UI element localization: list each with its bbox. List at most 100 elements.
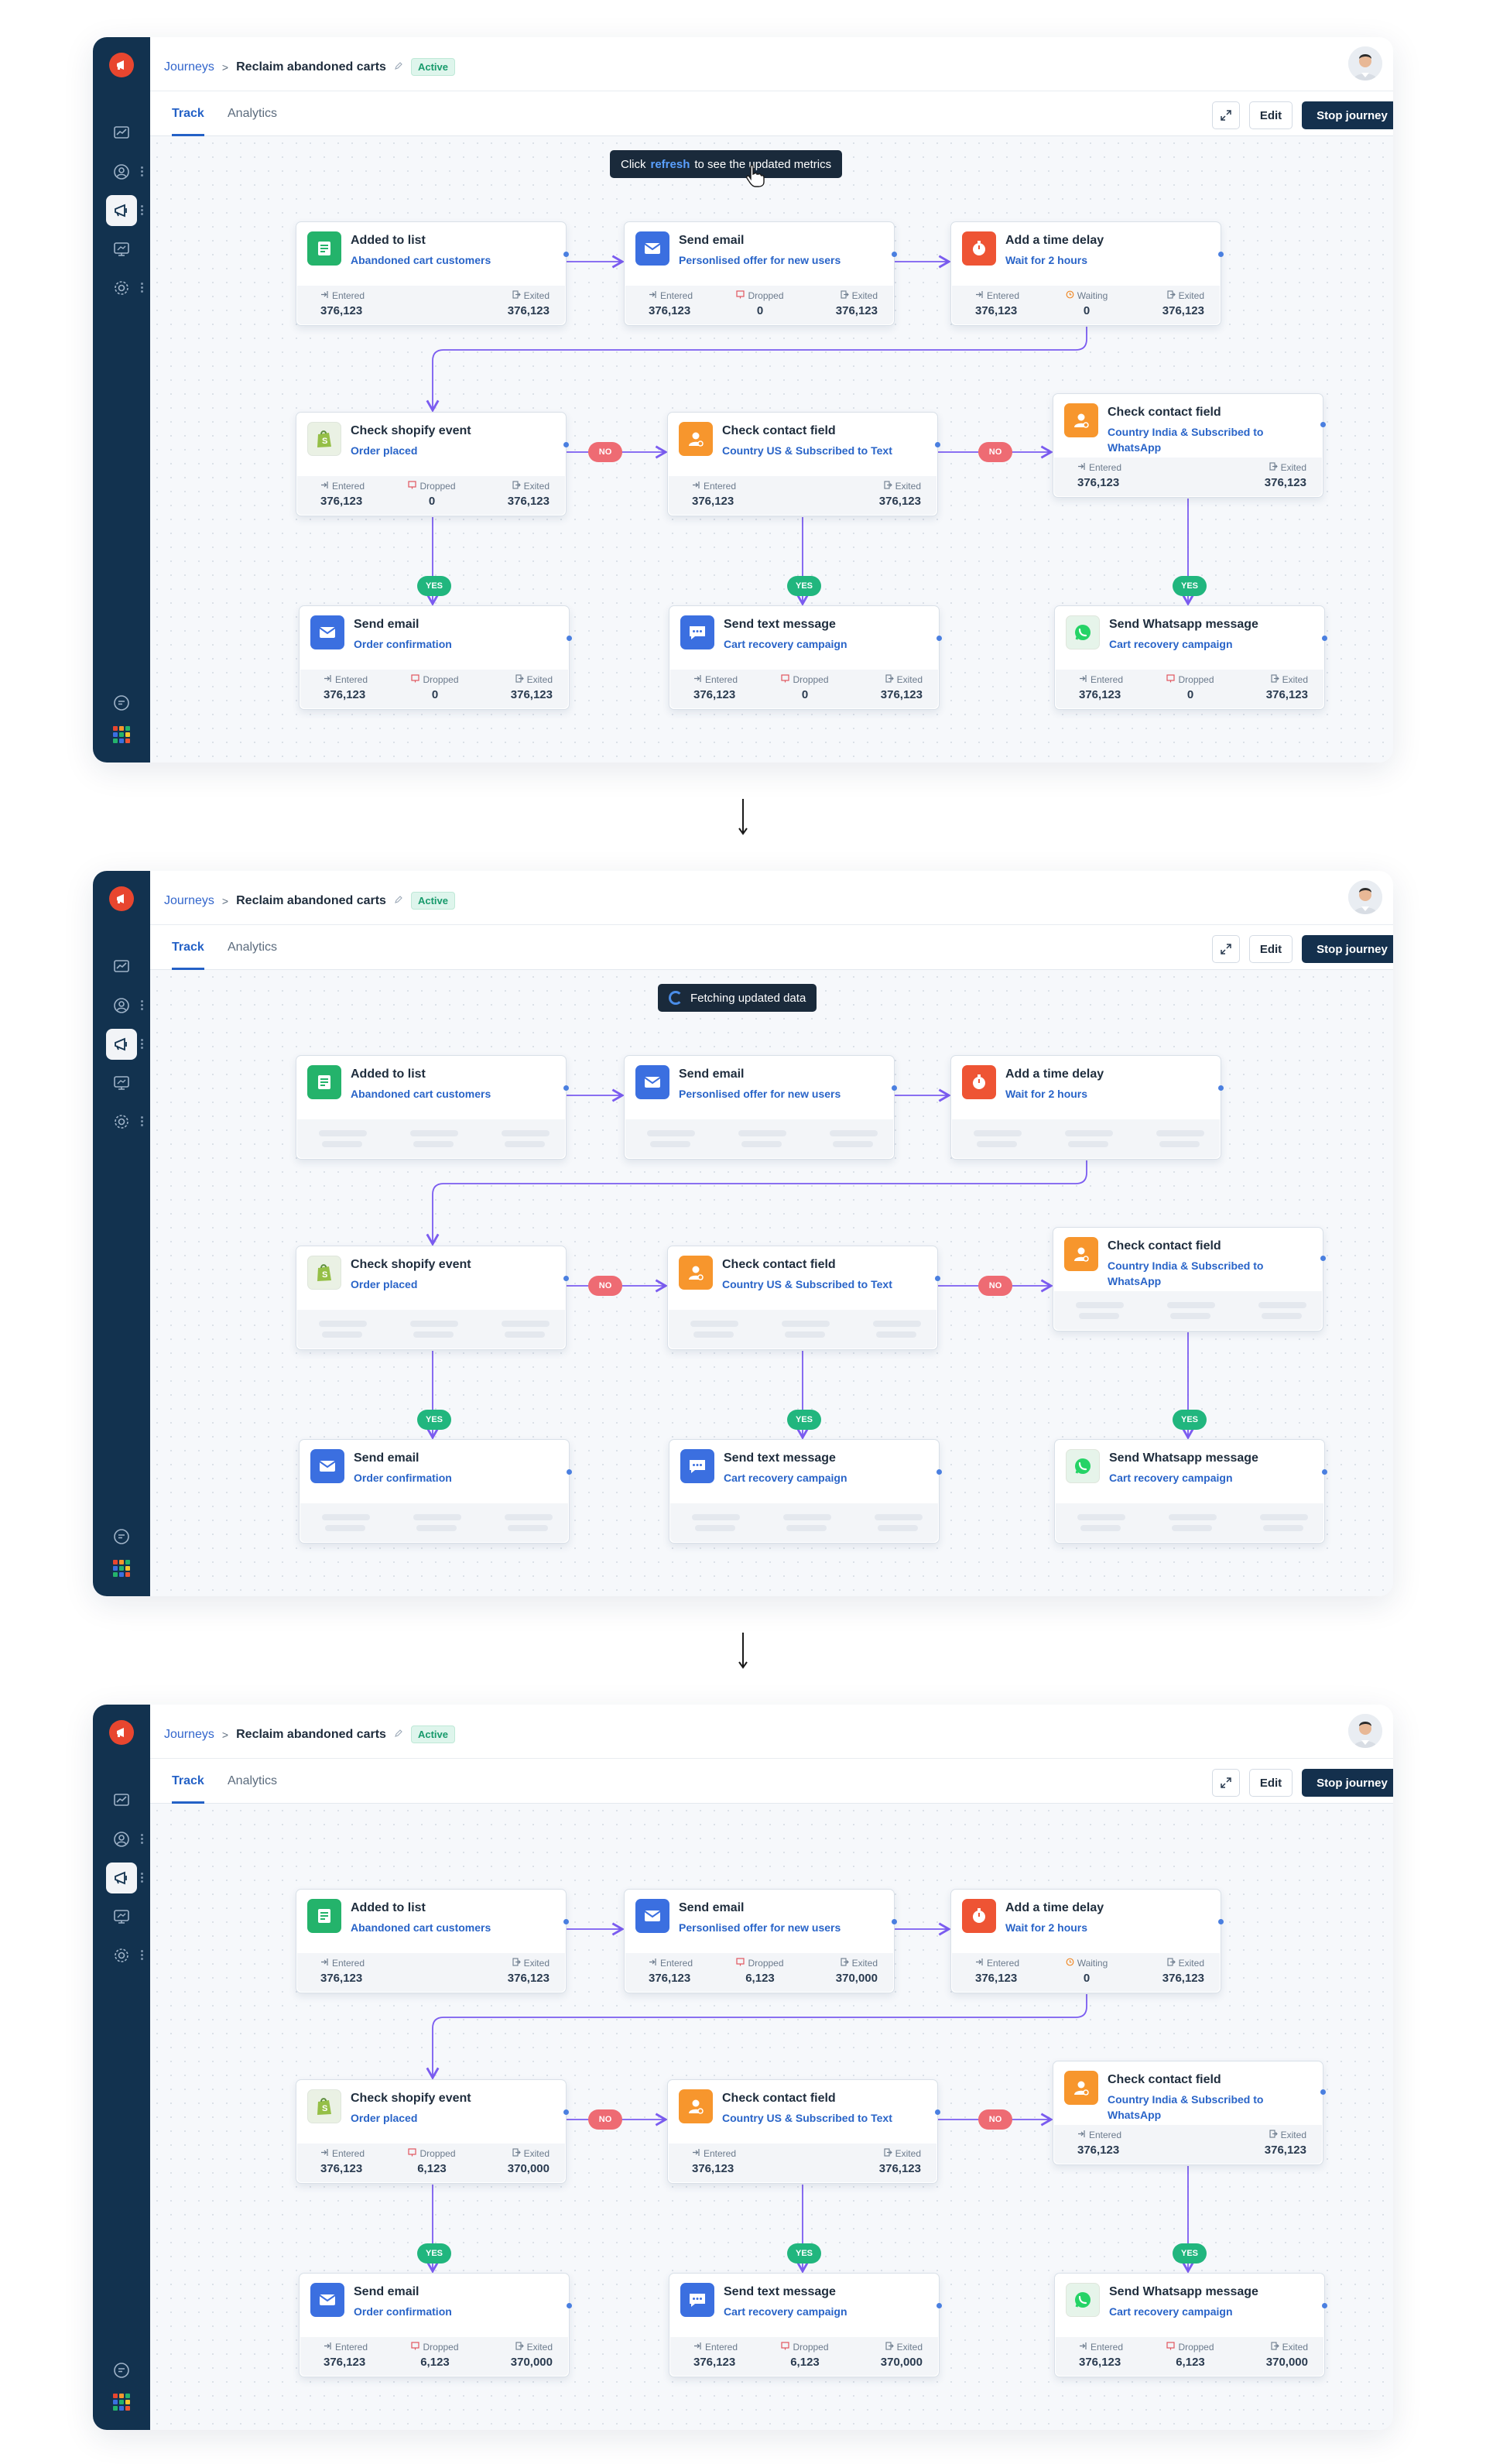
journey-canvas[interactable]: NO NO YES YES YES Added to list Abandoned cart… — [150, 136, 1393, 763]
apps-grid-icon[interactable] — [113, 1560, 130, 1577]
output-port[interactable] — [1320, 2089, 1326, 2095]
output-port[interactable] — [936, 636, 942, 641]
app-logo-icon[interactable] — [109, 53, 134, 77]
dashboard-icon[interactable] — [106, 951, 137, 982]
settings-icon[interactable] — [106, 1940, 137, 1971]
tab-track[interactable]: Track — [172, 107, 204, 136]
breadcrumb-journeys-link[interactable]: Journeys — [164, 894, 214, 908]
campaigns-icon[interactable] — [106, 1863, 137, 1893]
journey-node-contact2[interactable]: Check contact field Country India & Subsc… — [1053, 2061, 1326, 2165]
journey-node-email1[interactable]: Send email Personlised offer for new user… — [624, 221, 897, 326]
expand-button[interactable] — [1212, 101, 1240, 129]
output-port[interactable] — [935, 1276, 940, 1281]
app-logo-icon[interactable] — [109, 1720, 134, 1745]
edit-button[interactable]: Edit — [1249, 101, 1293, 129]
output-port[interactable] — [1320, 422, 1326, 427]
journey-node-shopify[interactable]: S Check shopify event Order placed Entered 3… — [296, 2079, 569, 2184]
output-port[interactable] — [892, 1919, 897, 1924]
dashboard-icon[interactable] — [106, 1785, 137, 1816]
output-port[interactable] — [1218, 252, 1224, 257]
stop-journey-button[interactable]: Stop journey — [1302, 935, 1393, 963]
more-dots-icon[interactable] — [141, 1871, 144, 1884]
more-dots-icon[interactable] — [141, 1115, 144, 1128]
chat-support-icon[interactable] — [106, 1521, 137, 1552]
journey-node-text[interactable]: Send text message Cart recovery campaign E… — [669, 605, 942, 710]
stop-journey-button[interactable]: Stop journey — [1302, 101, 1393, 129]
journey-node-contact1[interactable]: Check contact field Country US & Subscrib… — [667, 412, 940, 516]
output-port[interactable] — [567, 636, 572, 641]
output-port[interactable] — [936, 2303, 942, 2308]
expand-button[interactable] — [1212, 1769, 1240, 1797]
journey-node-contact2[interactable]: Check contact field Country India & Subsc… — [1053, 393, 1326, 498]
stop-journey-button[interactable]: Stop journey — [1302, 1769, 1393, 1797]
journey-node-contact2[interactable]: Check contact field Country India & Subsc… — [1053, 1227, 1326, 1331]
more-dots-icon[interactable] — [141, 165, 144, 178]
dashboard-icon[interactable] — [106, 118, 137, 149]
campaigns-icon[interactable] — [106, 1029, 137, 1060]
tab-track[interactable]: Track — [172, 1774, 204, 1804]
journey-node-email2[interactable]: Send email Order confirmation — [299, 1439, 572, 1544]
journey-canvas[interactable]: NO NO YES YES YES Added to list Abandoned cart… — [150, 970, 1393, 1596]
journey-node-email2[interactable]: Send email Order confirmation Entered 376,1… — [299, 2273, 572, 2377]
settings-icon[interactable] — [106, 1106, 137, 1137]
edit-button[interactable]: Edit — [1249, 935, 1293, 963]
apps-grid-icon[interactable] — [113, 2394, 130, 2411]
contacts-icon[interactable] — [106, 1824, 137, 1855]
more-dots-icon[interactable] — [141, 1037, 144, 1050]
app-logo-icon[interactable] — [109, 886, 134, 911]
tab-analytics[interactable]: Analytics — [228, 1774, 277, 1804]
output-port[interactable] — [563, 1919, 569, 1924]
breadcrumb-journeys-link[interactable]: Journeys — [164, 1728, 214, 1742]
journey-node-delay[interactable]: Add a time delay Wait for 2 hours — [950, 1055, 1224, 1160]
tab-track[interactable]: Track — [172, 941, 204, 970]
output-port[interactable] — [563, 252, 569, 257]
expand-button[interactable] — [1212, 935, 1240, 963]
journey-node-added[interactable]: Added to list Abandoned cart customers Ent… — [296, 1889, 569, 1993]
more-dots-icon[interactable] — [141, 999, 144, 1012]
settings-icon[interactable] — [106, 272, 137, 303]
user-avatar[interactable] — [1348, 1714, 1382, 1748]
campaigns-icon[interactable] — [106, 195, 137, 226]
breadcrumb-journeys-link[interactable]: Journeys — [164, 60, 214, 74]
journey-node-email1[interactable]: Send email Personlised offer for new user… — [624, 1055, 897, 1160]
edit-title-icon[interactable] — [394, 60, 403, 74]
journey-node-text[interactable]: Send text message Cart recovery campaign — [669, 1439, 942, 1544]
output-port[interactable] — [567, 1469, 572, 1475]
chat-support-icon[interactable] — [106, 687, 137, 718]
output-port[interactable] — [935, 442, 940, 447]
refresh-link[interactable]: refresh — [651, 158, 690, 171]
chat-support-icon[interactable] — [106, 2355, 137, 2386]
output-port[interactable] — [936, 1469, 942, 1475]
more-dots-icon[interactable] — [141, 281, 144, 294]
journey-node-shopify[interactable]: S Check shopify event Order placed — [296, 1246, 569, 1350]
edit-title-icon[interactable] — [394, 894, 403, 908]
output-port[interactable] — [563, 1276, 569, 1281]
apps-grid-icon[interactable] — [113, 726, 130, 743]
reports-icon[interactable] — [106, 1901, 137, 1932]
journey-node-shopify[interactable]: S Check shopify event Order placed Entered 3… — [296, 412, 569, 516]
journey-node-contact1[interactable]: Check contact field Country US & Subscrib… — [667, 2079, 940, 2184]
contacts-icon[interactable] — [106, 990, 137, 1021]
output-port[interactable] — [567, 2303, 572, 2308]
output-port[interactable] — [892, 252, 897, 257]
output-port[interactable] — [1322, 636, 1327, 641]
journey-node-text[interactable]: Send text message Cart recovery campaign E… — [669, 2273, 942, 2377]
reports-icon[interactable] — [106, 1068, 137, 1098]
output-port[interactable] — [1322, 1469, 1327, 1475]
journey-canvas[interactable]: NO NO YES YES YES Added to list Abandoned cart… — [150, 1804, 1393, 2430]
journey-node-added[interactable]: Added to list Abandoned cart customers — [296, 1055, 569, 1160]
output-port[interactable] — [1322, 2303, 1327, 2308]
edit-title-icon[interactable] — [394, 1728, 403, 1742]
output-port[interactable] — [1218, 1085, 1224, 1091]
more-dots-icon[interactable] — [141, 1832, 144, 1845]
tab-analytics[interactable]: Analytics — [228, 107, 277, 136]
output-port[interactable] — [563, 1085, 569, 1091]
journey-node-email2[interactable]: Send email Order confirmation Entered 376,1… — [299, 605, 572, 710]
edit-button[interactable]: Edit — [1249, 1769, 1293, 1797]
output-port[interactable] — [935, 2109, 940, 2115]
output-port[interactable] — [892, 1085, 897, 1091]
journey-node-email1[interactable]: Send email Personlised offer for new user… — [624, 1889, 897, 1993]
journey-node-whatsapp[interactable]: Send Whatsapp message Cart recovery campa… — [1054, 1439, 1327, 1544]
more-dots-icon[interactable] — [141, 1948, 144, 1962]
contacts-icon[interactable] — [106, 156, 137, 187]
